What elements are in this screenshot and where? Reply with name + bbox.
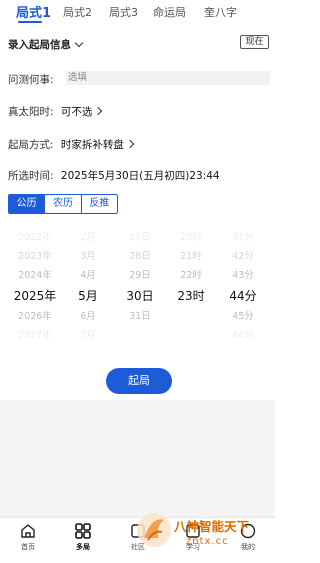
section-title: 录入起局信息 (8, 39, 71, 51)
question-row: 问测何事: (8, 72, 54, 87)
picker-option: 41分 (232, 232, 254, 243)
watermark-title: 八神智能天下 (174, 519, 250, 534)
picker-option: 29日 (129, 270, 151, 281)
tab-jushi-2[interactable]: 局式2 (63, 4, 92, 20)
start-chart-button[interactable]: 起局 (106, 368, 172, 394)
chevron-right-icon (125, 139, 135, 149)
selected-time-label: 所选时间: (8, 170, 54, 182)
picker-selected-year: 2025年 (13, 289, 57, 303)
grid-icon (75, 523, 91, 539)
tab-mingyunju[interactable]: 命运局 (153, 4, 186, 20)
picker-option: 42分 (232, 251, 254, 262)
mode-reverse[interactable]: 反推 (80, 195, 117, 213)
picker-option: 2022年 (18, 232, 52, 243)
picker-option: 7月 (80, 330, 96, 341)
chevron-right-icon (94, 106, 103, 116)
hour-wheel[interactable]: 20时 21时 22时 23时 (166, 228, 216, 345)
question-input[interactable]: 选填 (66, 71, 270, 85)
calendar-mode-switch: 公历 农历 反推 (8, 194, 118, 214)
picker-option: 28日 (129, 251, 151, 262)
tab-bazi[interactable]: 奎八字 (204, 4, 237, 20)
method-label: 起局方式: (8, 139, 54, 151)
tab-jushi-1[interactable]: 局式1 (16, 2, 51, 21)
picker-option: 27日 (129, 232, 151, 243)
picker-selected-hour: 23时 (177, 289, 205, 303)
top-tab-bar: 局式1 局式2 局式3 命运局 奎八字 (0, 0, 275, 28)
section-header[interactable]: 录入起局信息 (8, 37, 84, 52)
day-wheel[interactable]: 27日 28日 29日 30日 31日 (115, 228, 165, 345)
picker-option: 3月 (80, 251, 96, 262)
picker-option: 2023年 (18, 251, 52, 262)
active-tab-indicator (18, 21, 42, 23)
picker-option: 31日 (129, 311, 151, 322)
watermark-url: zntx.cc (186, 536, 229, 547)
nav-item-home[interactable]: 首页 (6, 522, 50, 552)
picker-option: 22时 (180, 270, 202, 281)
picker-option: 4月 (80, 270, 96, 281)
picker-option: 43分 (232, 270, 254, 281)
year-wheel[interactable]: 2022年 2023年 2024年 2025年 2026年 2027年 (10, 228, 60, 345)
month-wheel[interactable]: 2月 3月 4月 5月 6月 7月 (63, 228, 113, 345)
picker-option: 21时 (180, 251, 202, 262)
picker-option: 2024年 (18, 270, 52, 281)
picker-option: 45分 (232, 311, 254, 322)
picker-option: 2027年 (18, 330, 52, 341)
picker-selected-day: 30日 (126, 289, 154, 303)
picker-option: 2026年 (18, 311, 52, 322)
picker-option: 20时 (180, 232, 202, 243)
watermark: 八神智能天下 zntx.cc (134, 508, 275, 553)
content-placeholder-area (0, 400, 275, 517)
picker-option (166, 307, 216, 326)
solar-time-row[interactable]: 真太阳时: 可不选 (8, 104, 103, 119)
selected-time-value: 2025年5月30日(五月初四)23:44 (60, 170, 220, 182)
minute-wheel[interactable]: 41分 42分 43分 44分 45分 46分 (218, 228, 268, 345)
mode-gregorian[interactable]: 公历 (9, 195, 45, 213)
solar-time-label: 真太阳时: (8, 106, 54, 118)
picker-option (166, 326, 216, 345)
nav-label-home: 首页 (21, 543, 35, 551)
picker-option (115, 326, 165, 345)
picker-selected-minute: 44分 (229, 289, 257, 303)
chevron-down-icon (74, 38, 84, 48)
method-row[interactable]: 起局方式: 时家拆补转盘 (8, 137, 135, 152)
picker-selected-month: 5月 (78, 289, 98, 303)
picker-option: 2月 (80, 232, 96, 243)
mode-lunar[interactable]: 农历 (44, 195, 81, 213)
method-value: 时家拆补转盘 (60, 139, 124, 151)
home-icon (21, 524, 35, 538)
tab-jushi-3[interactable]: 局式3 (109, 4, 138, 20)
picker-option: 46分 (232, 330, 254, 341)
selected-time-row: 所选时间: 2025年5月30日(五月初四)23:44 (8, 168, 220, 183)
datetime-picker: 2022年 2023年 2024年 2025年 2026年 2027年 2月 3… (0, 228, 275, 343)
now-button[interactable]: 现在 (240, 35, 269, 49)
solar-time-value: 可不选 (60, 106, 93, 118)
question-label: 问测何事: (8, 74, 54, 86)
picker-option: 6月 (80, 311, 96, 322)
nav-label-multi: 多局 (76, 543, 90, 551)
nav-item-multi[interactable]: 多局 (61, 522, 105, 552)
watermark-logo (137, 513, 171, 547)
